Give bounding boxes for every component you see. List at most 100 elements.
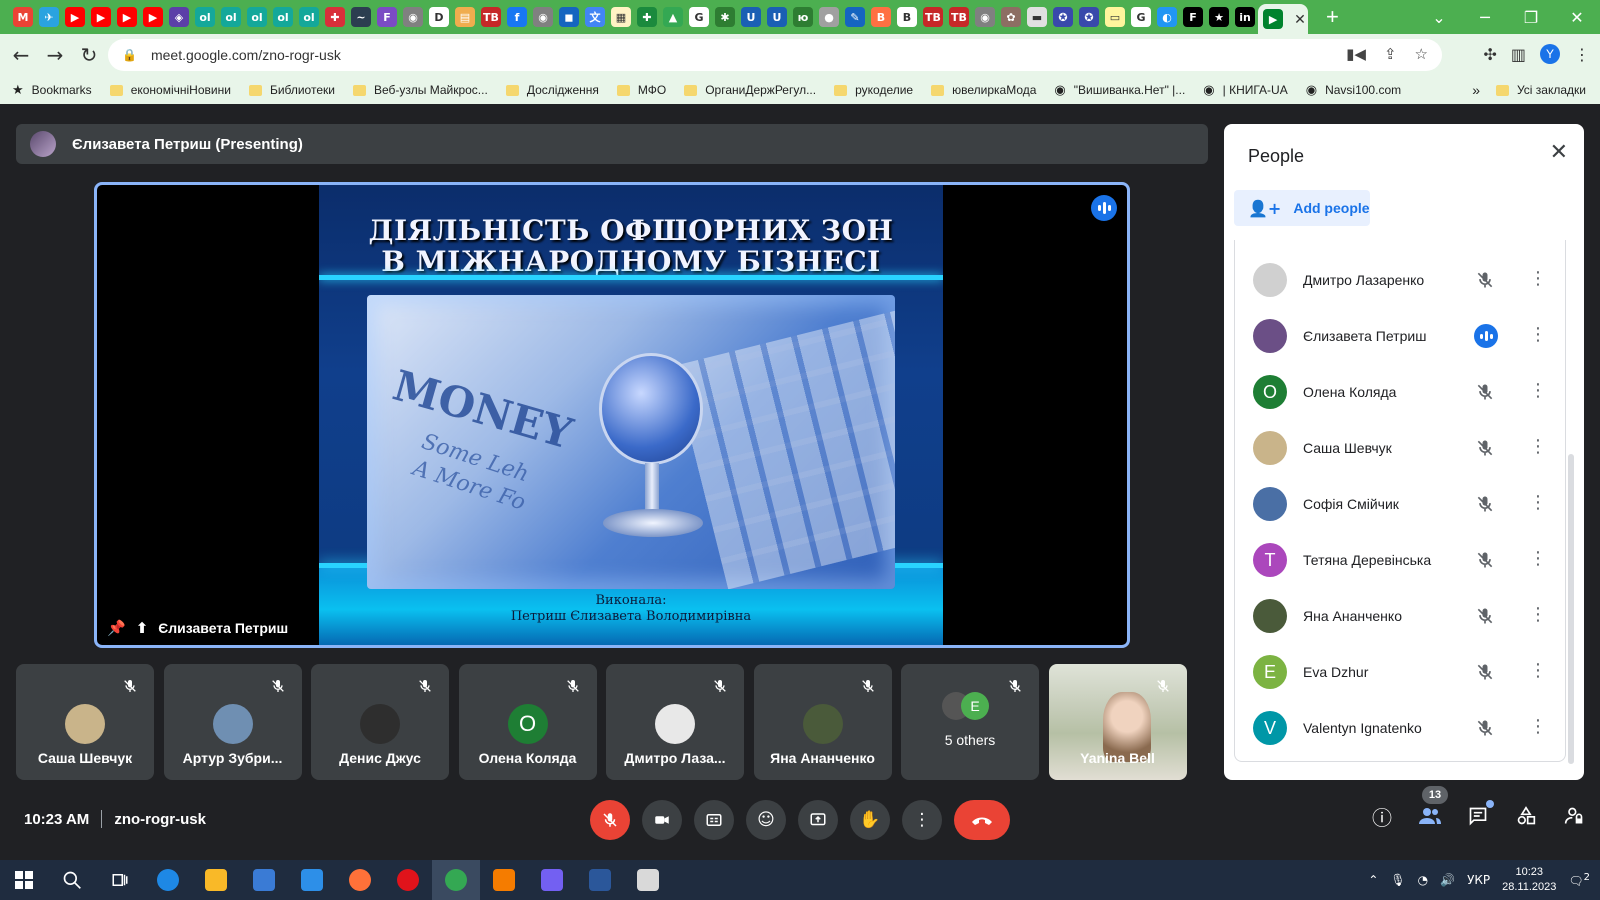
start-button[interactable]	[0, 860, 48, 900]
restore-button[interactable]: ❐	[1508, 8, 1554, 27]
mic-off-icon[interactable]	[1475, 718, 1495, 738]
tab-favicon-icon[interactable]: TB	[923, 7, 943, 27]
taskbar-app-store[interactable]	[240, 860, 288, 900]
tab-favicon-icon[interactable]: ▶	[65, 7, 85, 27]
tab-favicon-icon[interactable]: ol	[221, 7, 241, 27]
bookmark-item[interactable]: ювелиркаМода	[931, 83, 1036, 97]
bookmark-item[interactable]: ◉ "Вишиванка.Нет" |...	[1054, 83, 1185, 98]
extensions-icon[interactable]: ✣	[1483, 45, 1496, 64]
tab-favicon-icon[interactable]: B	[897, 7, 917, 27]
notifications-icon[interactable]: 🗨2	[1568, 872, 1590, 888]
more-options-icon[interactable]: ⋮	[1529, 716, 1547, 737]
tab-favicon-icon[interactable]: ◉	[975, 7, 995, 27]
tab-favicon-icon[interactable]: ▶	[143, 7, 163, 27]
tab-favicon-icon[interactable]: TB	[949, 7, 969, 27]
participant-tile[interactable]: Яна Ананченко	[753, 664, 892, 780]
taskbar-app-firefox[interactable]	[336, 860, 384, 900]
taskbar-app-notes[interactable]	[480, 860, 528, 900]
tab-favicon-icon[interactable]: ✪	[1053, 7, 1073, 27]
tab-favicon-icon[interactable]: ▭	[1105, 7, 1125, 27]
tab-favicon-icon[interactable]: ▲	[663, 7, 683, 27]
chat-button[interactable]	[1466, 800, 1494, 828]
tab-favicon-icon[interactable]: ol	[299, 7, 319, 27]
forward-button[interactable]: →	[38, 43, 72, 67]
participant-tile[interactable]: Yanina Bell	[1048, 664, 1187, 780]
camera-icon[interactable]: ▮◀	[1346, 45, 1366, 63]
back-button[interactable]: ←	[4, 43, 38, 67]
tab-favicon-icon[interactable]: ▦	[611, 7, 631, 27]
mic-off-icon[interactable]	[1475, 382, 1495, 402]
address-bar[interactable]: 🔒 meet.google.com/zno-rogr-usk ▮◀ ⇪ ☆	[108, 39, 1442, 71]
microphone-icon[interactable]: 🎙	[1390, 873, 1405, 887]
tab-favicon-icon[interactable]: ✱	[715, 7, 735, 27]
tab-favicon-icon[interactable]: ▶	[91, 7, 111, 27]
tab-favicon-icon[interactable]: ✚	[325, 7, 345, 27]
volume-icon[interactable]: 🔊	[1440, 873, 1455, 887]
more-options-icon[interactable]: ⋮	[1529, 380, 1547, 401]
participant-row[interactable]: О Олена Коляда ⋮	[1235, 364, 1565, 420]
reload-button[interactable]: ↻	[72, 43, 106, 67]
all-bookmarks-button[interactable]: Усі закладки	[1517, 83, 1586, 97]
participant-tile[interactable]: Саша Шевчук	[16, 664, 154, 780]
bookmark-item[interactable]: рукоделие	[834, 83, 913, 97]
host-controls-button[interactable]	[1562, 804, 1586, 828]
more-options-icon[interactable]: ⋮	[1529, 324, 1547, 345]
mic-off-icon[interactable]	[1475, 550, 1495, 570]
mic-off-button[interactable]	[590, 800, 630, 840]
active-tab[interactable]: ▶ ✕	[1258, 4, 1308, 34]
bookmark-item[interactable]: Библиотеки	[248, 83, 335, 97]
tab-favicon-icon[interactable]: ✎	[845, 7, 865, 27]
tab-favicon-icon[interactable]: ✪	[1079, 7, 1099, 27]
participant-tile[interactable]: Артур Зубри...	[163, 664, 302, 780]
participant-list[interactable]: Дмитро Лазаренко ⋮ Єлизавета Петриш ⋮ О Олена…	[1234, 240, 1566, 762]
more-options-icon[interactable]: ⋮	[1529, 268, 1547, 289]
tab-favicon-icon[interactable]: ю	[793, 7, 813, 27]
tab-favicon-icon[interactable]: ◉	[533, 7, 553, 27]
participant-row[interactable]: E Eva Dzhur ⋮	[1235, 644, 1565, 700]
participant-row[interactable]: Дмитро Лазаренко ⋮	[1235, 252, 1565, 308]
meeting-details-button[interactable]: ⓘ	[1370, 804, 1394, 830]
language-indicator[interactable]: УКР	[1467, 873, 1490, 887]
bookmark-item[interactable]: ОрганиДержРегул...	[684, 83, 816, 97]
close-tab-icon[interactable]: ✕	[1294, 11, 1306, 28]
share-icon[interactable]: ⇪	[1384, 45, 1397, 63]
present-button[interactable]	[798, 800, 838, 840]
taskbar-app-explorer[interactable]	[192, 860, 240, 900]
taskbar-app-mail[interactable]	[288, 860, 336, 900]
participant-tile[interactable]: Дмитро Лаза...	[606, 664, 744, 780]
tab-favicon-icon[interactable]: f	[507, 7, 527, 27]
tab-favicon-icon[interactable]: ◼	[559, 7, 579, 27]
tab-favicon-icon[interactable]: ◉	[403, 7, 423, 27]
tab-favicon-icon[interactable]: B	[871, 7, 891, 27]
tab-favicon-icon[interactable]: ol	[273, 7, 293, 27]
bookmark-item[interactable]: ◉ Navsi100.com	[1306, 83, 1401, 98]
tab-favicon-icon[interactable]: ◈	[169, 7, 189, 27]
bookmark-item[interactable]: економічніНовини	[109, 83, 231, 97]
people-button[interactable]: 13	[1418, 786, 1448, 828]
tab-favicon-icon[interactable]: G	[1131, 7, 1151, 27]
tab-favicon-icon[interactable]: ▬	[1027, 7, 1047, 27]
tab-favicon-icon[interactable]: F	[377, 7, 397, 27]
show-hidden-icons[interactable]: ⌃	[1368, 873, 1378, 887]
profile-avatar[interactable]: Y	[1540, 44, 1560, 64]
mic-off-icon[interactable]	[1475, 494, 1495, 514]
participant-row[interactable]: Т Тетяна Деревінська ⋮	[1235, 532, 1565, 588]
tab-favicon-icon[interactable]: ~	[351, 7, 371, 27]
lock-icon[interactable]: 🔒	[122, 48, 137, 62]
more-options-icon[interactable]: ⋮	[1529, 492, 1547, 513]
captions-button[interactable]	[694, 800, 734, 840]
taskbar-app-viber[interactable]	[528, 860, 576, 900]
taskbar-app-word[interactable]	[576, 860, 624, 900]
bookmark-item[interactable]: ◉ | КНИГА-UA	[1203, 83, 1287, 98]
emoji-button[interactable]: ☺	[746, 800, 786, 840]
more-bookmarks-button[interactable]: »	[1472, 82, 1480, 98]
bookmark-item[interactable]: ★ Bookmarks	[12, 83, 92, 98]
mic-off-icon[interactable]	[1475, 438, 1495, 458]
tab-search-icon[interactable]: ⌄	[1416, 8, 1462, 27]
taskbar-app-chrome[interactable]	[432, 860, 480, 900]
taskbar-app-opera[interactable]	[384, 860, 432, 900]
camera-button[interactable]	[642, 800, 682, 840]
search-button[interactable]	[48, 860, 96, 900]
tab-favicon-icon[interactable]: G	[689, 7, 709, 27]
network-icon[interactable]: ◔	[1418, 873, 1428, 887]
